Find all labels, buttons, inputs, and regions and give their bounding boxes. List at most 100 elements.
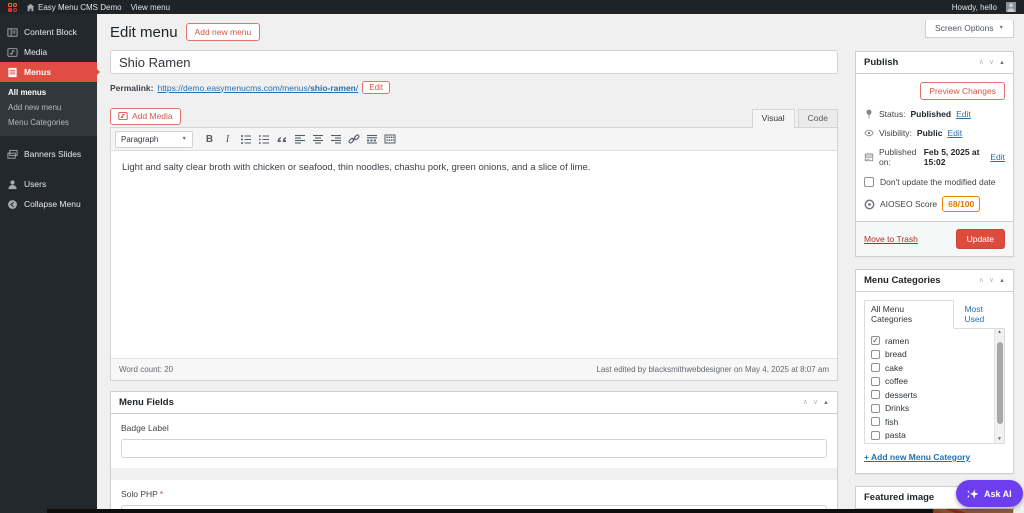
category-item[interactable]: ✓ ramen bbox=[871, 334, 990, 348]
status-edit-link[interactable]: Edit bbox=[956, 109, 971, 119]
sidebar-item-label: Media bbox=[24, 47, 48, 57]
menu-fields-panel: Menu Fields ∧ ∨ ▲ Badge Label Solo PHP * bbox=[110, 391, 838, 513]
published-on-label: Published on: bbox=[879, 147, 917, 167]
scroll-up-icon[interactable]: ▲ bbox=[997, 330, 1002, 335]
add-new-menu-button[interactable]: Add new menu bbox=[185, 23, 261, 41]
panel-move-down-button[interactable]: ∨ bbox=[813, 399, 818, 406]
panel-toggle-button[interactable]: ▲ bbox=[823, 400, 829, 406]
sidebar-item-content-block[interactable]: Content Block bbox=[0, 22, 97, 42]
modified-date-checkbox[interactable]: ✓ bbox=[864, 177, 874, 187]
scrollbar-thumb[interactable] bbox=[996, 342, 1003, 424]
howdy-label[interactable]: Howdy, hello bbox=[952, 3, 997, 12]
scrollbar[interactable]: ▲ ▼ bbox=[994, 329, 1004, 443]
menu-title-input[interactable] bbox=[110, 50, 838, 74]
category-checkbox[interactable]: ✓ bbox=[871, 430, 880, 440]
panel-toggle-button[interactable]: ▲ bbox=[999, 278, 1005, 284]
category-item[interactable]: ✓ pasta bbox=[871, 429, 990, 443]
easy-menu-logo-icon[interactable] bbox=[8, 2, 17, 12]
numbered-list-button[interactable] bbox=[255, 131, 272, 148]
category-item[interactable]: ✓ desserts bbox=[871, 388, 990, 402]
submenu-label: Add new menu bbox=[8, 103, 62, 112]
panel-move-up-button[interactable]: ∧ bbox=[979, 277, 984, 284]
align-center-button[interactable] bbox=[309, 131, 326, 148]
permalink-url-link[interactable]: https://demo.easymenucms.com/menus/shio-… bbox=[157, 83, 358, 93]
category-checkbox[interactable]: ✓ bbox=[871, 363, 880, 373]
category-checkbox[interactable]: ✓ bbox=[871, 417, 880, 427]
panel-title: Publish bbox=[864, 57, 899, 68]
badge-label-input[interactable] bbox=[121, 439, 827, 458]
tab-code[interactable]: Code bbox=[797, 109, 838, 127]
published-on-value: Feb 5, 2025 at 15:02 bbox=[923, 147, 980, 167]
admin-bar-site-name[interactable]: Easy Menu CMS Demo bbox=[26, 3, 122, 12]
panel-move-up-button[interactable]: ∧ bbox=[979, 59, 984, 66]
category-checkbox[interactable]: ✓ bbox=[871, 336, 880, 346]
aioseo-score-badge[interactable]: 68/100 bbox=[942, 196, 981, 212]
add-media-button[interactable]: Add Media bbox=[110, 108, 181, 125]
update-button[interactable]: Update bbox=[955, 229, 1005, 249]
category-label: ramen bbox=[885, 335, 910, 346]
panel-toggle-button[interactable]: ▲ bbox=[999, 60, 1005, 66]
modified-date-row: ✓ Don't update the modified date bbox=[864, 177, 1005, 187]
align-right-button[interactable] bbox=[327, 131, 344, 148]
category-checkbox[interactable]: ✓ bbox=[871, 403, 880, 413]
add-new-category-link[interactable]: + Add new Menu Category bbox=[864, 452, 970, 462]
panel-move-down-button[interactable]: ∨ bbox=[989, 59, 994, 66]
read-more-button[interactable] bbox=[363, 131, 380, 148]
move-to-trash-link[interactable]: Move to Trash bbox=[864, 234, 918, 244]
italic-button[interactable]: I bbox=[219, 131, 236, 148]
publish-panel: Publish ∧ ∨ ▲ Preview Changes Status: Pu… bbox=[855, 51, 1014, 257]
sidebar-item-label: Banners Slides bbox=[24, 149, 82, 159]
screen-options-button[interactable]: Screen Options ▼ bbox=[924, 20, 1014, 38]
category-checkbox[interactable]: ✓ bbox=[871, 390, 880, 400]
bullet-list-button[interactable] bbox=[237, 131, 254, 148]
right-sidebar: Screen Options ▼ Publish ∧ ∨ ▲ Preview C… bbox=[855, 14, 1014, 513]
submenu-all-menus[interactable]: All menus bbox=[0, 85, 97, 100]
sidebar-item-users[interactable]: Users bbox=[0, 174, 97, 194]
category-item[interactable]: ✓ fish bbox=[871, 415, 990, 429]
sidebar-item-menus[interactable]: Menus bbox=[0, 62, 97, 82]
editor-content-area[interactable]: Light and salty clear broth with chicken… bbox=[111, 151, 837, 358]
category-item[interactable]: ✓ Drinks bbox=[871, 402, 990, 416]
paragraph-select[interactable]: Paragraph ▼ bbox=[115, 130, 193, 148]
tab-all-categories[interactable]: All Menu Categories bbox=[864, 300, 955, 329]
status-row: Status: Published Edit bbox=[864, 109, 1005, 119]
tab-most-used[interactable]: Most Used bbox=[964, 304, 1005, 324]
permalink-edit-button[interactable]: Edit bbox=[362, 81, 391, 94]
published-on-row: Published on: Feb 5, 2025 at 15:02 Edit bbox=[864, 147, 1005, 167]
visibility-edit-link[interactable]: Edit bbox=[947, 128, 962, 138]
panel-move-up-button[interactable]: ∧ bbox=[803, 399, 808, 406]
content-block-icon bbox=[7, 27, 18, 37]
category-item[interactable]: ✓ bread bbox=[871, 348, 990, 362]
tab-visual[interactable]: Visual bbox=[751, 109, 795, 128]
submenu-menu-categories[interactable]: Menu Categories bbox=[0, 115, 97, 130]
bold-button[interactable]: B bbox=[201, 131, 218, 148]
preview-changes-button[interactable]: Preview Changes bbox=[920, 82, 1005, 100]
aioseo-label: AIOSEO Score bbox=[880, 199, 938, 209]
published-on-edit-link[interactable]: Edit bbox=[990, 152, 1005, 162]
align-left-button[interactable] bbox=[291, 131, 308, 148]
admin-bar-view-menu[interactable]: View menu bbox=[131, 3, 170, 12]
sidebar-item-collapse-menu[interactable]: Collapse Menu bbox=[0, 194, 97, 214]
sidebar-item-media[interactable]: Media bbox=[0, 42, 97, 62]
category-checkbox[interactable]: ✓ bbox=[871, 376, 880, 386]
link-button[interactable] bbox=[345, 131, 362, 148]
ask-ai-button[interactable]: Ask AI bbox=[956, 480, 1023, 507]
category-item[interactable]: ✓ coffee bbox=[871, 375, 990, 389]
read-more-icon bbox=[366, 134, 377, 144]
sidebar-item-banners-slides[interactable]: Banners Slides bbox=[0, 144, 97, 164]
toolbar-toggle-button[interactable] bbox=[381, 131, 398, 148]
menu-categories-header[interactable]: Menu Categories ∧ ∨ ▲ bbox=[856, 270, 1013, 292]
sidebar-item-label: Collapse Menu bbox=[24, 199, 81, 209]
align-center-icon bbox=[312, 134, 323, 144]
category-checkbox[interactable]: ✓ bbox=[871, 349, 880, 359]
admin-sidebar: Content Block Media Menus All menus Add … bbox=[0, 14, 97, 513]
avatar[interactable] bbox=[1006, 2, 1016, 12]
menu-fields-header[interactable]: Menu Fields ∧ ∨ ▲ bbox=[111, 392, 837, 414]
panel-move-down-button[interactable]: ∨ bbox=[989, 277, 994, 284]
submenu-add-new-menu[interactable]: Add new menu bbox=[0, 100, 97, 115]
category-item[interactable]: ✓ cake bbox=[871, 361, 990, 375]
scroll-down-icon[interactable]: ▼ bbox=[997, 437, 1002, 442]
blockquote-button[interactable] bbox=[273, 131, 290, 148]
publish-header[interactable]: Publish ∧ ∨ ▲ bbox=[856, 52, 1013, 74]
category-item[interactable]: ✓pizza bbox=[871, 442, 990, 443]
